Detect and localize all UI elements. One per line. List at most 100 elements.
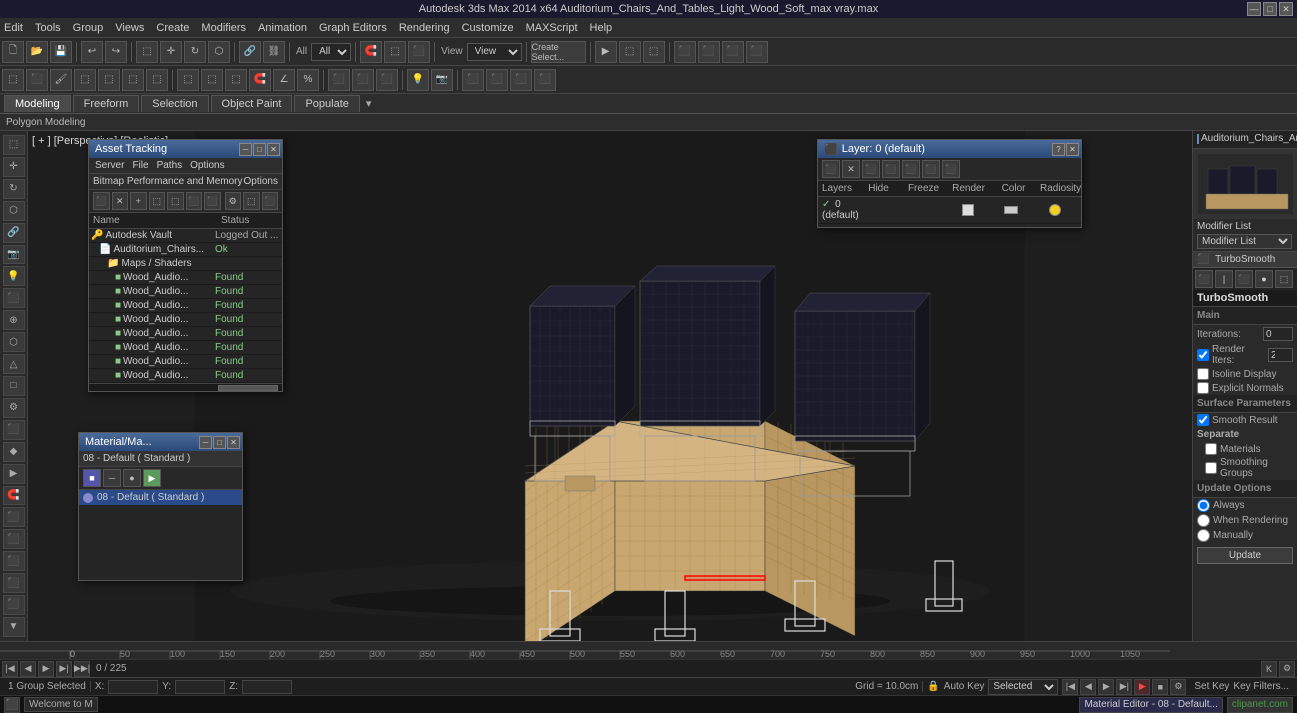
viewport[interactable]: [ + ] [Perspective] [Realistic] <box>28 131 1192 641</box>
color-swatch[interactable] <box>1004 206 1018 214</box>
asset-item-wood3[interactable]: ■ Wood_Audio... Found <box>89 299 282 313</box>
mat-maximize-btn[interactable]: □ <box>213 436 226 449</box>
close-button[interactable]: ✕ <box>1279 2 1293 16</box>
lp-geo[interactable]: □ <box>3 376 25 396</box>
rp-icon3[interactable]: ⬛ <box>1235 270 1253 288</box>
menu-views[interactable]: Views <box>115 22 144 34</box>
tb-align[interactable]: ⬛ <box>408 41 430 63</box>
x-input[interactable] <box>108 680 158 694</box>
materials-checkbox[interactable] <box>1205 443 1217 455</box>
always-radio[interactable] <box>1197 499 1210 512</box>
asset-item-vault[interactable]: 🔑 Autodesk Vault Logged Out ... <box>89 229 282 243</box>
tb-select[interactable]: ⬚ <box>136 41 158 63</box>
tb2-mirror[interactable]: ⬚ <box>177 69 199 91</box>
asset-menu-file[interactable]: File <box>132 160 148 171</box>
asset-menu-paths[interactable]: Paths <box>157 160 183 171</box>
tb-move[interactable]: ✛ <box>160 41 182 63</box>
layer-item-default[interactable]: ✓ 0 (default) <box>818 197 1081 224</box>
at-btn10[interactable]: ⬛ <box>262 192 279 210</box>
lp-r2[interactable]: ⬛ <box>3 529 25 549</box>
tab-modeling[interactable]: Modeling <box>4 95 71 112</box>
lp-rotate[interactable]: ↻ <box>3 179 25 199</box>
mt-btn2[interactable]: ─ <box>103 469 121 487</box>
asset-item-wood1[interactable]: ■ Wood_Audio... Found <box>89 271 282 285</box>
asset-maximize-btn[interactable]: □ <box>253 143 266 156</box>
menu-tools[interactable]: Tools <box>35 22 61 34</box>
lp-anim[interactable]: ▶ <box>3 464 25 484</box>
mt-btn3[interactable]: ● <box>123 469 141 487</box>
asset-menu-options[interactable]: Options <box>190 160 224 171</box>
tb2-snap[interactable]: ⬚ <box>225 69 247 91</box>
tb2-6[interactable]: ⬚ <box>146 69 168 91</box>
lp-r1[interactable]: ⬛ <box>3 507 25 527</box>
tab-object-paint[interactable]: Object Paint <box>211 95 293 112</box>
key-playback-btn[interactable]: ⚙ <box>1170 679 1186 695</box>
at-btn6[interactable]: ⬛ <box>186 192 203 210</box>
tb2-track[interactable]: ⬛ <box>462 69 484 91</box>
at-btn3[interactable]: + <box>130 192 147 210</box>
render-iters-input[interactable] <box>1268 348 1293 362</box>
isoline-checkbox[interactable] <box>1197 368 1209 380</box>
tb2-scene[interactable]: ⬛ <box>376 69 398 91</box>
tb-new[interactable]: 🗋 <box>2 41 24 63</box>
tl-start-btn[interactable]: |◀ <box>2 661 18 677</box>
lp-mat[interactable]: ◆ <box>3 442 25 462</box>
render-iters-checkbox[interactable] <box>1197 349 1209 361</box>
lp-move[interactable]: ✛ <box>3 157 25 177</box>
asset-item-wood4[interactable]: ■ Wood_Audio... Found <box>89 313 282 327</box>
tb-save[interactable]: 💾 <box>50 41 72 63</box>
lt-btn3[interactable]: ⬛ <box>862 160 880 178</box>
at-btn7[interactable]: ⬛ <box>204 192 221 210</box>
tb-play[interactable]: ▶ <box>595 41 617 63</box>
asset-close-btn[interactable]: ✕ <box>267 143 280 156</box>
lt-btn1[interactable]: ⬛ <box>822 160 840 178</box>
y-input[interactable] <box>175 680 225 694</box>
tl-key-btn[interactable]: K <box>1261 661 1277 677</box>
menu-help[interactable]: Help <box>590 22 613 34</box>
asset-item-maps[interactable]: 📁 Maps / Shaders <box>89 257 282 271</box>
tl-opts-btn[interactable]: ⚙ <box>1279 661 1295 677</box>
lp-r5[interactable]: ⬛ <box>3 595 25 615</box>
material-item-default[interactable]: 08 - Default ( Standard ) <box>79 490 242 505</box>
menu-group[interactable]: Group <box>73 22 104 34</box>
tb-render2[interactable]: ⬛ <box>698 41 720 63</box>
asset-scroll-thumb[interactable] <box>218 385 278 391</box>
when-rendering-radio[interactable] <box>1197 514 1210 527</box>
at-btn5[interactable]: ⬚ <box>167 192 184 210</box>
autokey-select[interactable]: Selected <box>988 679 1058 695</box>
lp-systems[interactable]: ⬛ <box>3 420 25 440</box>
tb-rotate[interactable]: ↻ <box>184 41 206 63</box>
asset-item-file[interactable]: 📄 Auditorium_Chairs... Ok <box>89 243 282 257</box>
tab-populate[interactable]: Populate <box>294 95 359 112</box>
mat-close-btn[interactable]: ✕ <box>227 436 240 449</box>
asset-menu-server[interactable]: Server <box>95 160 124 171</box>
tl-end-btn[interactable]: ▶▶| <box>74 661 90 677</box>
menu-maxscript[interactable]: MAXScript <box>526 22 578 34</box>
tb2-select[interactable]: ⬚ <box>2 69 24 91</box>
menu-create[interactable]: Create <box>156 22 189 34</box>
asset-item-wood7[interactable]: ■ Wood_Audio... Found <box>89 355 282 369</box>
menu-animation[interactable]: Animation <box>258 22 307 34</box>
lp-sys[interactable]: ⚙ <box>3 398 25 418</box>
asset-item-wood6[interactable]: ■ Wood_Audio... Found <box>89 341 282 355</box>
view-select[interactable]: View <box>467 43 522 61</box>
tb-mirror[interactable]: ⬚ <box>384 41 406 63</box>
tb2-array[interactable]: ⬚ <box>201 69 223 91</box>
lt-btn7[interactable]: ⬛ <box>942 160 960 178</box>
tb2-schematic[interactable]: ⬛ <box>510 69 532 91</box>
tb2-cam[interactable]: 📷 <box>431 69 453 91</box>
lt-btn5[interactable]: ⬛ <box>902 160 920 178</box>
lp-helper[interactable]: ⬛ <box>3 288 25 308</box>
rp-icon4[interactable]: ● <box>1255 270 1273 288</box>
update-button[interactable]: Update <box>1197 547 1293 564</box>
tb2-3[interactable]: ⬚ <box>74 69 96 91</box>
tb2-mat[interactable]: ⬛ <box>534 69 556 91</box>
lt-btn2[interactable]: ✕ <box>842 160 860 178</box>
tb2-light[interactable]: 💡 <box>407 69 429 91</box>
lp-space[interactable]: ⊕ <box>3 310 25 330</box>
lt-btn6[interactable]: ⬛ <box>922 160 940 178</box>
tb-scale[interactable]: ⬡ <box>208 41 230 63</box>
tb2-region[interactable]: ⬛ <box>26 69 48 91</box>
z-input[interactable] <box>242 680 292 694</box>
smooth-result-checkbox[interactable] <box>1197 414 1209 426</box>
